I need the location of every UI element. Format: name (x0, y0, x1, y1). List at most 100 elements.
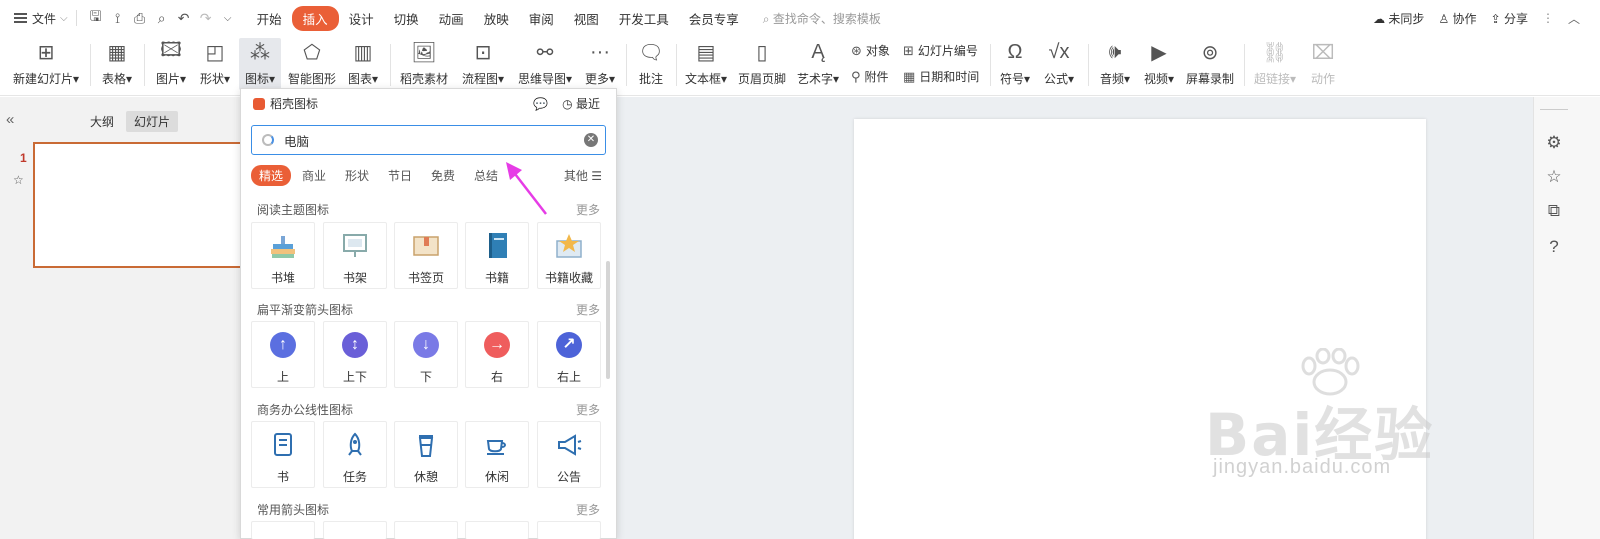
calendar-icon: ▦ (903, 68, 916, 84)
filter-featured[interactable]: 精选 (251, 165, 292, 186)
tab-animation[interactable]: 动画 (429, 9, 474, 28)
slide-thumbnail[interactable] (33, 142, 253, 268)
tab-view[interactable]: 视图 (564, 9, 609, 28)
sync-button[interactable]: ☁ 未同步 (1373, 10, 1424, 27)
icon-tile[interactable]: ↓ 下 (394, 321, 458, 388)
tab-design[interactable]: 设计 (339, 9, 384, 28)
collapse-panel-icon[interactable]: « (6, 111, 14, 128)
help-icon[interactable]: ? (1544, 237, 1564, 257)
icon-tile[interactable] (394, 521, 458, 539)
icon-tile[interactable]: 休憩 (394, 421, 458, 488)
tab-home[interactable]: 开始 (247, 9, 292, 28)
recent-button[interactable]: ◷ 最近 (562, 95, 600, 112)
print-icon[interactable]: ⎙ (129, 10, 151, 27)
format-painter-icon[interactable]: ⟟ (107, 10, 129, 27)
properties-icon[interactable]: ⚙ (1544, 133, 1564, 153)
icon-tile[interactable]: 书籍 (465, 222, 529, 289)
feedback-icon[interactable]: 💬 (533, 97, 548, 111)
icon-tile[interactable]: 书签页 (394, 222, 458, 289)
filter-shapes[interactable]: 形状 (337, 165, 377, 186)
icon-tile[interactable]: 休闲 (465, 421, 529, 488)
icon-tile[interactable]: ↑ 上 (251, 321, 315, 388)
save-icon[interactable]: 🖫 (85, 6, 107, 30)
icon-tile[interactable] (465, 521, 529, 539)
icon-tile[interactable]: 书籍收藏 (537, 222, 601, 289)
symbol-button[interactable]: Ω 符号▾ (996, 38, 1034, 90)
panel-scrollbar[interactable] (606, 261, 610, 379)
icon-tile[interactable] (251, 521, 315, 539)
more-vertical-icon[interactable]: ⋮ (1542, 11, 1554, 25)
tab-review[interactable]: 审阅 (519, 9, 564, 28)
section-more-reading[interactable]: 更多 (576, 201, 600, 218)
datetime-label: 日期和时间 (919, 70, 980, 84)
collab-button[interactable]: ♙ 协作 (1438, 10, 1476, 27)
tab-developer[interactable]: 开发工具 (609, 9, 679, 28)
tab-outline[interactable]: 大纲 (82, 111, 122, 132)
section-title-business: 商务办公线性图标 (257, 403, 354, 417)
more-button[interactable]: ··· 更多▾ (582, 38, 618, 90)
icon-tile[interactable]: ↕ 上下 (323, 321, 387, 388)
filter-holiday[interactable]: 节日 (380, 165, 420, 186)
action-button[interactable]: ⌧ 动作 (1306, 38, 1340, 90)
new-slide-button[interactable]: ⊞ 新建幻灯片▾ (10, 38, 82, 90)
icon-tile[interactable]: ↗ 右上 (537, 321, 601, 388)
tab-slideshow[interactable]: 放映 (474, 9, 519, 28)
comment-button[interactable]: 🗨 批注 (634, 38, 668, 90)
print-preview-icon[interactable]: ⌕ (151, 10, 173, 27)
command-search[interactable]: ⌕ 查找命令、搜索模板 (763, 10, 881, 27)
chart-button[interactable]: ▥ 图表▾ (344, 38, 382, 90)
icon-tile[interactable] (323, 521, 387, 539)
wordart-button[interactable]: Ą 艺术字▾ (794, 38, 842, 90)
icon-tile[interactable]: 公告 (537, 421, 601, 488)
flowchart-button[interactable]: ⊡ 流程图▾ (458, 38, 508, 90)
icon-search-box[interactable]: ✕ (251, 125, 606, 155)
section-more-common-arrows[interactable]: 更多 (576, 501, 600, 518)
formula-button[interactable]: √x 公式▾ (1040, 38, 1078, 90)
header-footer-button[interactable]: ▯ 页眉页脚 (736, 38, 788, 90)
smartart-button[interactable]: ⬠ 智能图形 (286, 38, 338, 90)
icon-tile[interactable]: 书架 (323, 222, 387, 289)
redo-icon[interactable]: ↷ (195, 10, 217, 27)
section-more-business[interactable]: 更多 (576, 401, 600, 418)
datetime-button[interactable]: ▦ 日期和时间 (903, 68, 979, 85)
transition-icon[interactable]: ⧉ (1544, 201, 1564, 221)
clear-search-icon[interactable]: ✕ (584, 133, 598, 147)
tab-slides[interactable]: 幻灯片 (126, 111, 179, 132)
tab-member[interactable]: 会员专享 (679, 9, 749, 28)
share-button[interactable]: ⇪ 分享 (1491, 10, 1528, 27)
icon-search-input[interactable] (284, 131, 564, 149)
table-button[interactable]: ▦ 表格▾ (98, 38, 136, 90)
icon-tile[interactable]: 任务 (323, 421, 387, 488)
filter-free[interactable]: 免费 (423, 165, 463, 186)
animation-icon[interactable]: ☆ (1544, 167, 1564, 187)
collapse-ribbon-icon[interactable]: ︿ (1568, 10, 1580, 27)
section-title-common-arrows: 常用箭头图标 (257, 503, 330, 517)
tab-transition[interactable]: 切换 (384, 9, 429, 28)
quick-access-more-icon[interactable]: ⌵ (217, 13, 239, 24)
icon-tile[interactable]: 书 (251, 421, 315, 488)
icon-tile[interactable] (537, 521, 601, 539)
slide-panel: « 大纲 幻灯片 1 ☆ (0, 97, 253, 539)
video-button[interactable]: ▶ 视频▾ (1140, 38, 1178, 90)
tab-insert[interactable]: 插入 (291, 5, 339, 31)
filter-other[interactable]: 其他 ☰ (564, 167, 602, 184)
hyperlink-button[interactable]: ⛓ 超链接▾ (1252, 38, 1298, 90)
daoke-material-button[interactable]: 🖼 稻壳素材 (398, 38, 450, 90)
audio-button[interactable]: 🕪 音频▾ (1096, 38, 1134, 90)
screen-record-button[interactable]: ⊚ 屏幕录制 (1184, 38, 1236, 90)
icon-tile[interactable]: 书堆 (251, 222, 315, 289)
undo-icon[interactable]: ↶ (173, 10, 195, 27)
clock-icon: ◷ (562, 97, 573, 111)
filter-business[interactable]: 商业 (294, 165, 334, 186)
textbox-button[interactable]: ▤ 文本框▾ (682, 38, 730, 90)
icon-button[interactable]: ⁂ 图标▾ (239, 38, 281, 90)
section-more-arrows[interactable]: 更多 (576, 301, 600, 318)
slide-number-button[interactable]: ⊞ 幻灯片编号 (903, 42, 978, 59)
icon-tile[interactable]: → 右 (465, 321, 529, 388)
picture-button[interactable]: 🖾 图片▾ (152, 38, 190, 90)
mindmap-button[interactable]: ⚯ 思维导图▾ (516, 38, 574, 90)
object-button[interactable]: ⊛ 对象 (851, 42, 890, 59)
shape-button[interactable]: ◰ 形状▾ (196, 38, 234, 90)
attachment-button[interactable]: ⚲ 附件 (851, 68, 889, 85)
file-menu[interactable]: 文件 ⌵ (14, 10, 68, 27)
